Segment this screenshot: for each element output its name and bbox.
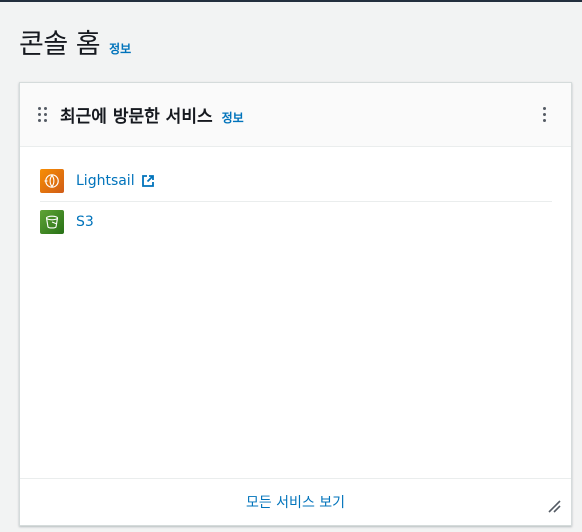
external-link-icon bbox=[141, 175, 154, 187]
service-item-s3[interactable]: S3 bbox=[40, 201, 552, 241]
page-info-link[interactable]: 정보 bbox=[109, 40, 131, 57]
more-actions-icon[interactable] bbox=[539, 105, 551, 125]
service-item-lightsail[interactable]: Lightsail bbox=[40, 161, 552, 201]
widget-info-link[interactable]: 정보 bbox=[222, 109, 244, 126]
recent-services-widget: 최근에 방문한 서비스 정보 Lightsail S3 모든 서비스 보기 bbox=[19, 82, 572, 526]
widget-title-group: 최근에 방문한 서비스 정보 bbox=[60, 102, 244, 127]
widget-footer: 모든 서비스 보기 bbox=[20, 478, 571, 525]
view-all-services-link[interactable]: 모든 서비스 보기 bbox=[246, 492, 345, 512]
resize-handle-icon[interactable] bbox=[547, 499, 561, 513]
lightsail-icon bbox=[40, 169, 64, 193]
page-title: 콘솔 홈 bbox=[19, 29, 101, 60]
page-header: 콘솔 홈 정보 bbox=[19, 22, 131, 61]
service-list: Lightsail S3 bbox=[40, 161, 552, 241]
drag-handle-icon[interactable] bbox=[38, 107, 48, 123]
service-label[interactable]: Lightsail bbox=[76, 173, 135, 189]
s3-icon bbox=[40, 209, 64, 234]
service-label[interactable]: S3 bbox=[76, 214, 94, 230]
widget-header: 최근에 방문한 서비스 정보 bbox=[20, 83, 571, 147]
top-border bbox=[0, 0, 582, 2]
widget-title: 최근에 방문한 서비스 bbox=[60, 107, 213, 127]
